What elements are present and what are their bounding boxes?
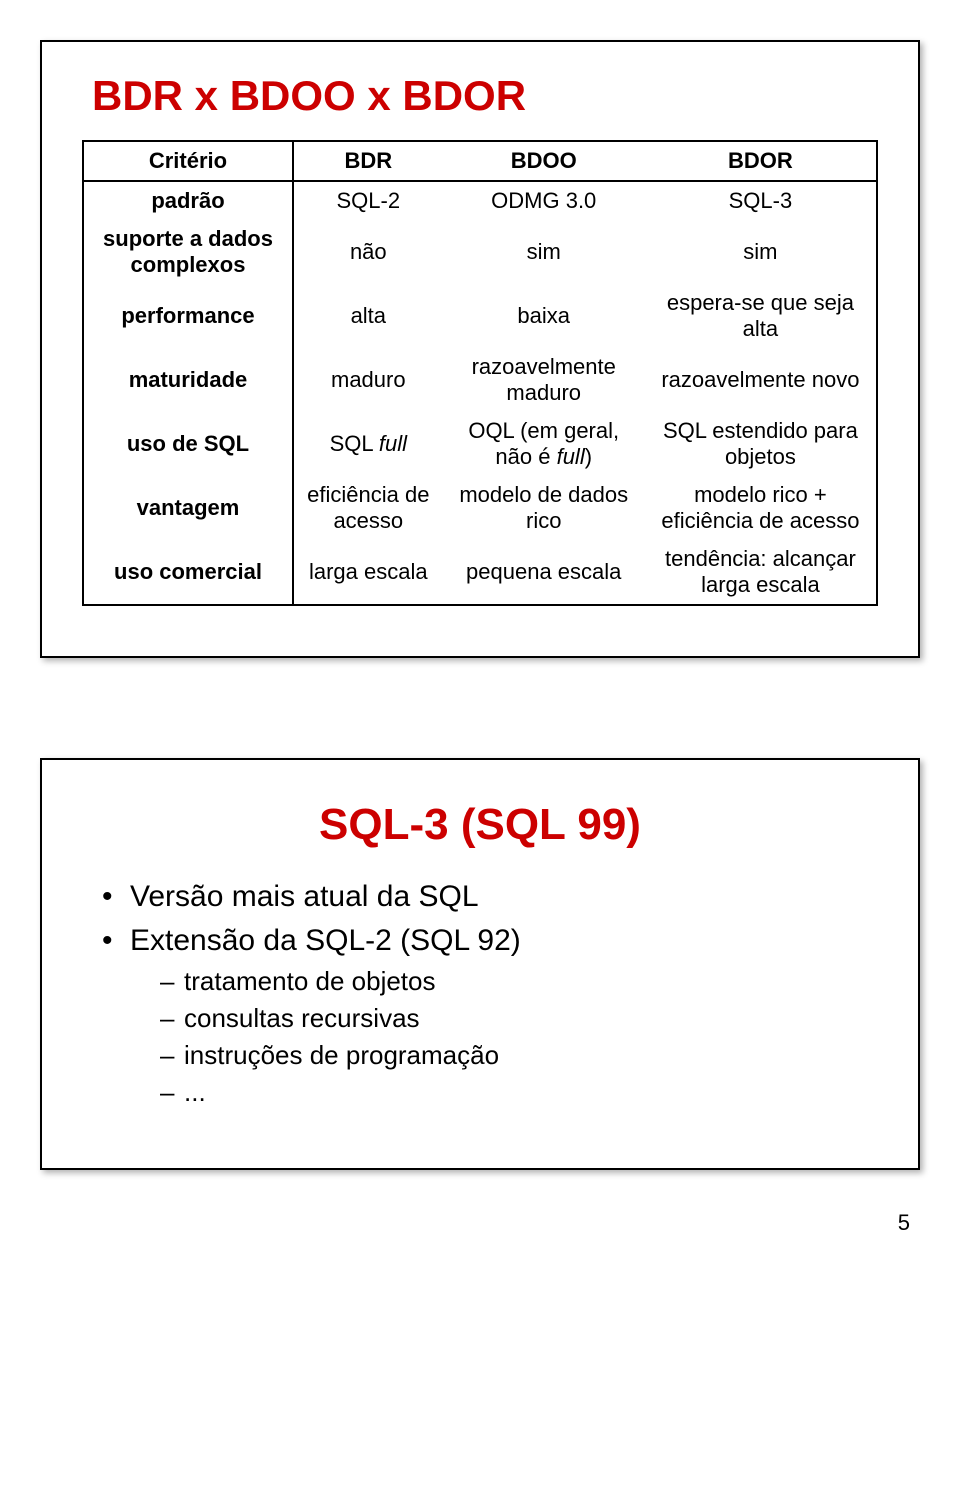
sub-bullet-item: ... bbox=[160, 1077, 878, 1108]
cell: alta bbox=[293, 284, 443, 348]
col-criterio: Critério bbox=[84, 142, 293, 181]
page-number: 5 bbox=[40, 1210, 920, 1236]
col-bdoo: BDOO bbox=[443, 142, 645, 181]
cell: OQL (em geral, não é full) bbox=[443, 412, 645, 476]
text: OQL (em geral, não é bbox=[468, 418, 619, 469]
cell: razoavelmente maduro bbox=[443, 348, 645, 412]
cell: tendência: alcançar larga escala bbox=[645, 540, 876, 604]
slide-sql3: SQL-3 (SQL 99) Versão mais atual da SQL … bbox=[40, 758, 920, 1170]
table-row: uso de SQL SQL full OQL (em geral, não é… bbox=[84, 412, 876, 476]
cell: ODMG 3.0 bbox=[443, 181, 645, 220]
cell: eficiência de acesso bbox=[293, 476, 443, 540]
cell: sim bbox=[443, 220, 645, 284]
row-label: performance bbox=[84, 284, 293, 348]
table-row: uso comercial larga escala pequena escal… bbox=[84, 540, 876, 604]
text: SQL bbox=[330, 431, 379, 456]
col-bdor: BDOR bbox=[645, 142, 876, 181]
table-row: padrão SQL-2 ODMG 3.0 SQL-3 bbox=[84, 181, 876, 220]
slide-title: BDR x BDOO x BDOR bbox=[92, 72, 878, 120]
text: ) bbox=[585, 444, 592, 469]
table-header-row: Critério BDR BDOO BDOR bbox=[84, 142, 876, 181]
cell: SQL-2 bbox=[293, 181, 443, 220]
cell: SQL-3 bbox=[645, 181, 876, 220]
cell: espera-se que seja alta bbox=[645, 284, 876, 348]
row-label: padrão bbox=[84, 181, 293, 220]
cell: baixa bbox=[443, 284, 645, 348]
table-row: suporte a dados complexos não sim sim bbox=[84, 220, 876, 284]
row-label: uso de SQL bbox=[84, 412, 293, 476]
cell: larga escala bbox=[293, 540, 443, 604]
row-label: maturidade bbox=[84, 348, 293, 412]
row-label: uso comercial bbox=[84, 540, 293, 604]
cell: sim bbox=[645, 220, 876, 284]
italic-text: full bbox=[557, 444, 585, 469]
slide-title: SQL-3 (SQL 99) bbox=[82, 800, 878, 850]
comparison-table-wrap: Critério BDR BDOO BDOR padrão SQL-2 ODMG… bbox=[82, 140, 878, 606]
bullet-list: Versão mais atual da SQL Extensão da SQL… bbox=[102, 880, 878, 1108]
cell: pequena escala bbox=[443, 540, 645, 604]
cell: não bbox=[293, 220, 443, 284]
table-row: vantagem eficiência de acesso modelo de … bbox=[84, 476, 876, 540]
sub-bullet-item: consultas recursivas bbox=[160, 1003, 878, 1034]
comparison-table: Critério BDR BDOO BDOR padrão SQL-2 ODMG… bbox=[84, 142, 876, 604]
bullet-text: Extensão da SQL-2 (SQL 92) bbox=[130, 924, 521, 957]
table-row: performance alta baixa espera-se que sej… bbox=[84, 284, 876, 348]
sub-bullet-list: tratamento de objetos consultas recursiv… bbox=[160, 966, 878, 1108]
table-row: maturidade maduro razoavelmente maduro r… bbox=[84, 348, 876, 412]
cell: razoavelmente novo bbox=[645, 348, 876, 412]
italic-text: full bbox=[379, 431, 407, 456]
cell: modelo rico + eficiência de acesso bbox=[645, 476, 876, 540]
row-label: suporte a dados complexos bbox=[84, 220, 293, 284]
slide-bdr-bdoo-bdor: BDR x BDOO x BDOR Critério BDR BDOO BDOR… bbox=[40, 40, 920, 658]
cell: SQL full bbox=[293, 412, 443, 476]
col-bdr: BDR bbox=[293, 142, 443, 181]
cell: modelo de dados rico bbox=[443, 476, 645, 540]
row-label: vantagem bbox=[84, 476, 293, 540]
sub-bullet-item: instruções de programação bbox=[160, 1040, 878, 1071]
bullet-item: Versão mais atual da SQL bbox=[102, 880, 878, 914]
sub-bullet-item: tratamento de objetos bbox=[160, 966, 878, 997]
cell: SQL estendido para objetos bbox=[645, 412, 876, 476]
bullet-item: Extensão da SQL-2 (SQL 92) tratamento de… bbox=[102, 924, 878, 1108]
cell: maduro bbox=[293, 348, 443, 412]
